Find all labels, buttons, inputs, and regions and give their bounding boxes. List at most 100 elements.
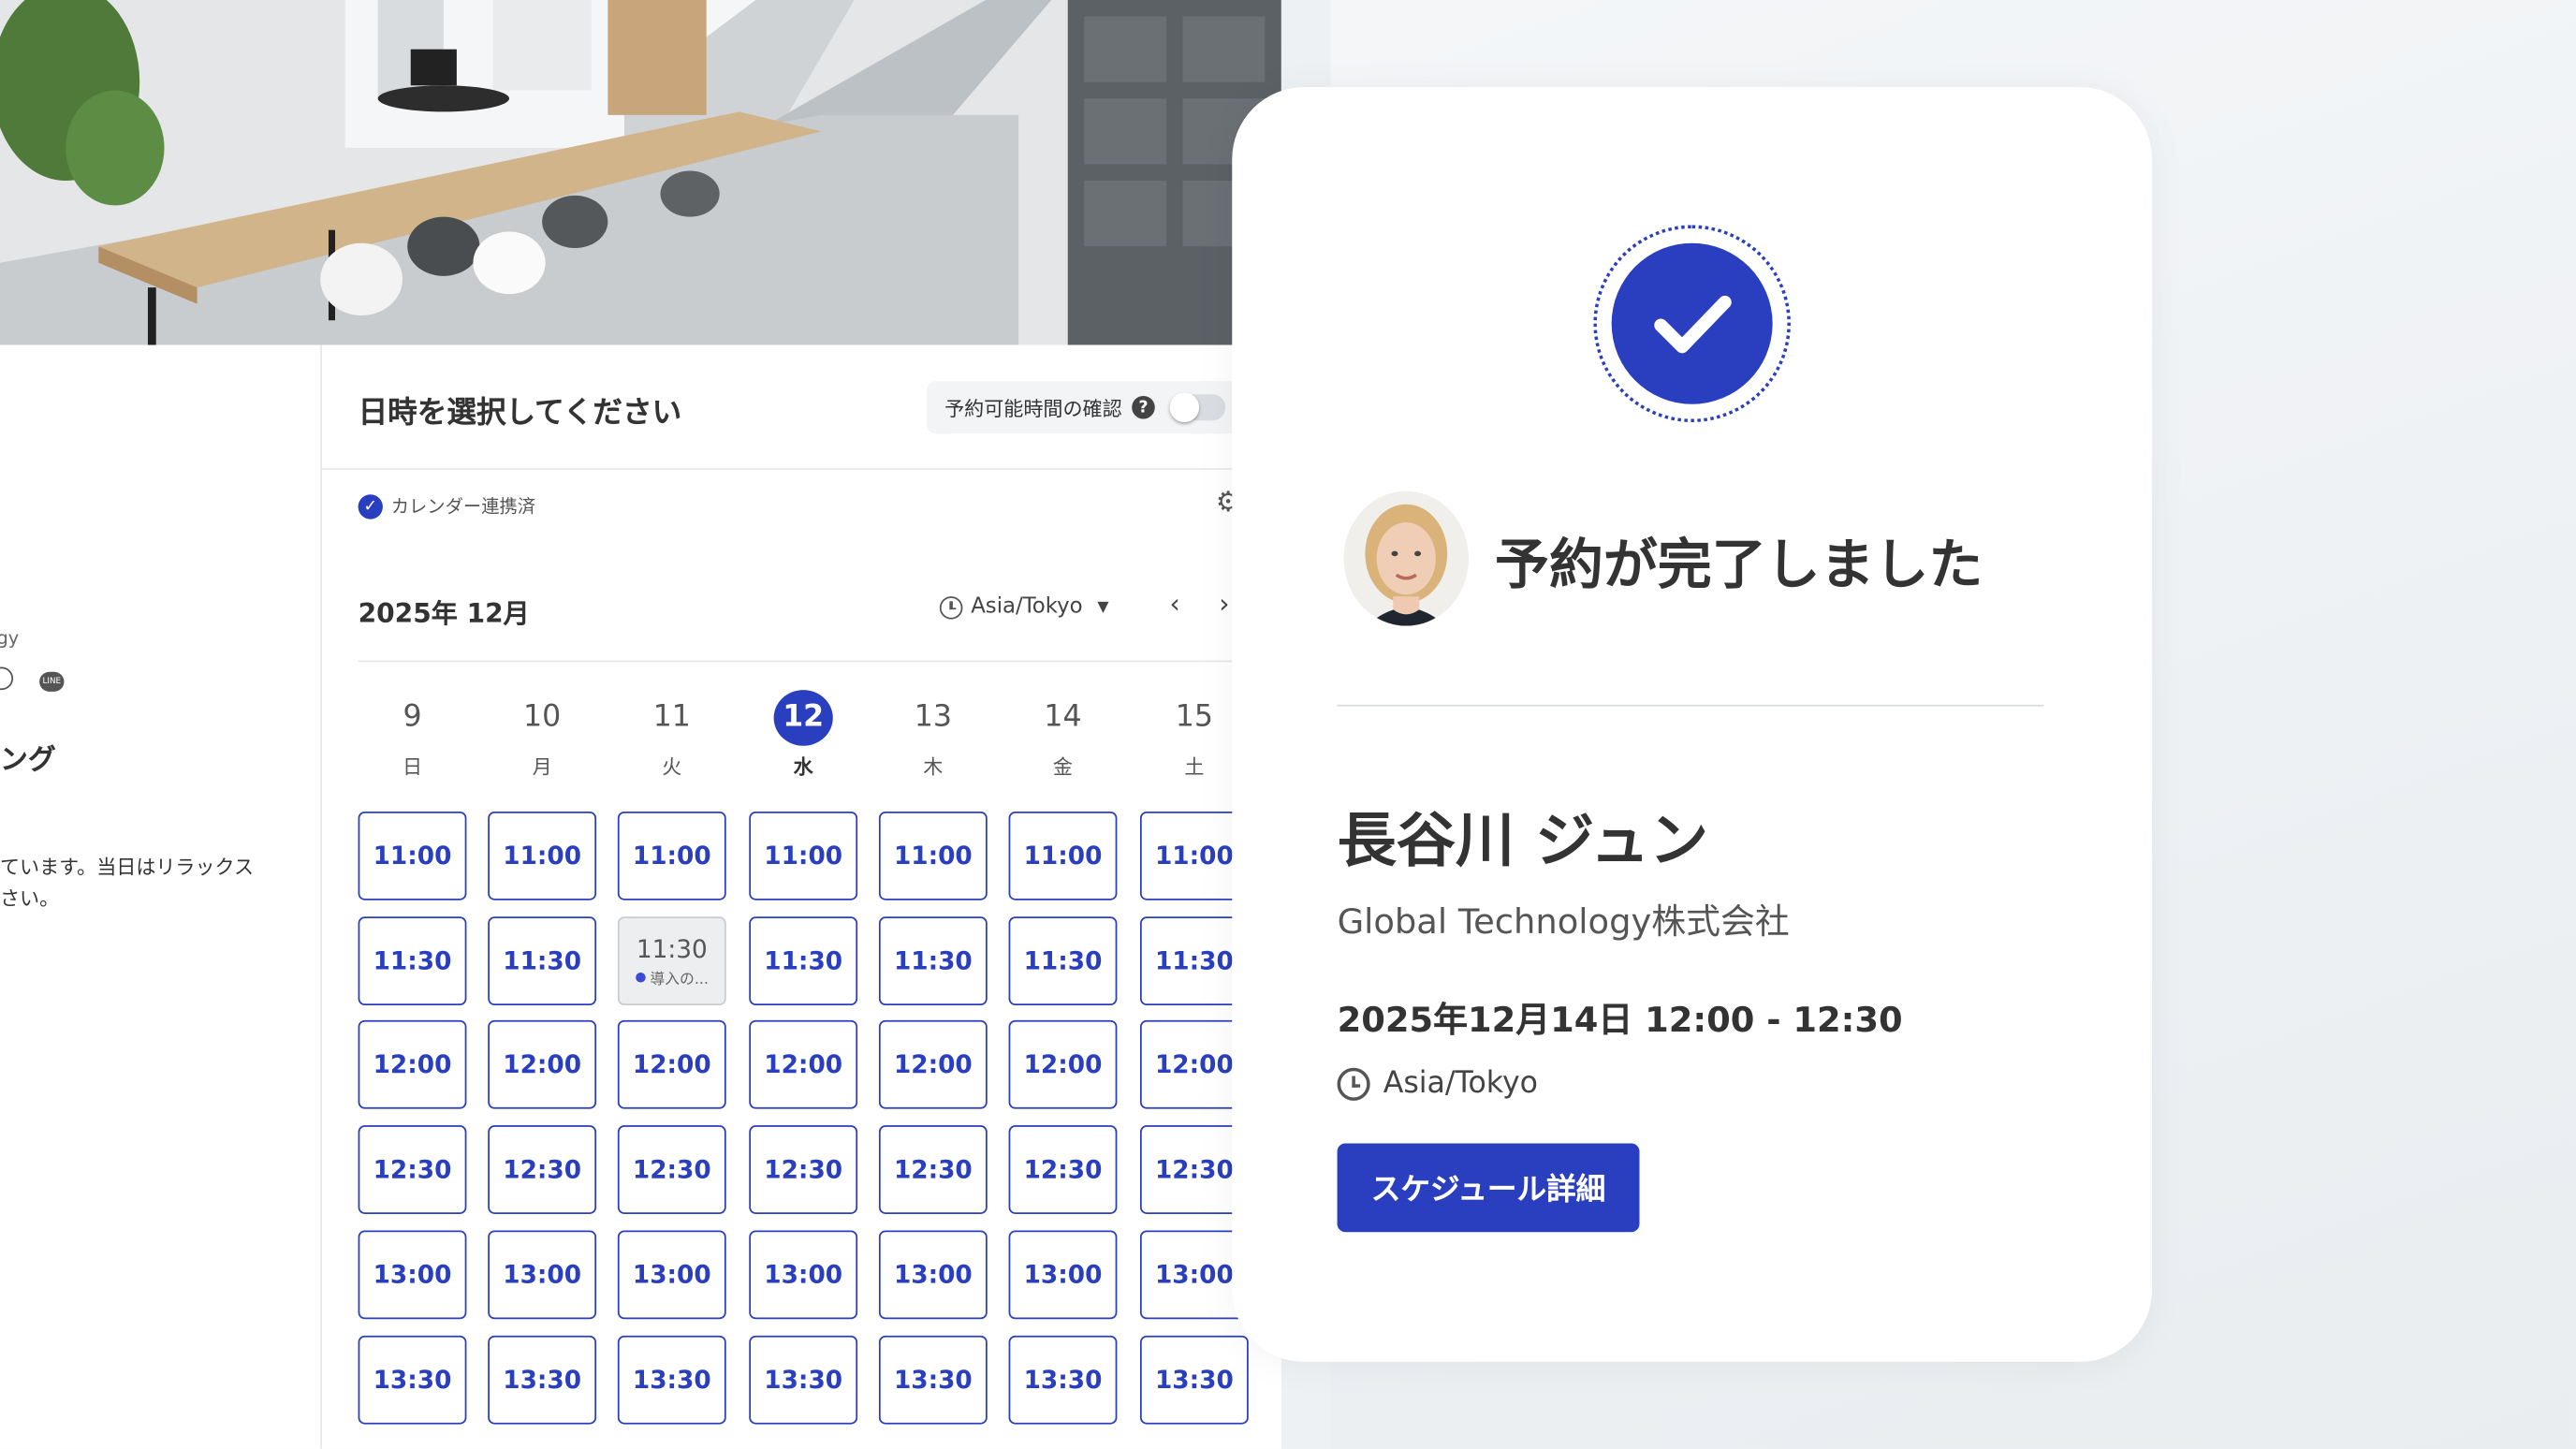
time-slot[interactable]: 13:00 [358, 1230, 467, 1320]
time-slot[interactable]: 12:00 [749, 1019, 858, 1109]
time-slot[interactable]: 12:30 [617, 1125, 726, 1214]
time-slot[interactable]: 11:30 [1008, 916, 1118, 1006]
time-slot[interactable]: 11:30 [878, 916, 988, 1006]
time-slot[interactable]: 11:00 [617, 811, 726, 900]
time-slot[interactable]: 11:00 [488, 811, 597, 900]
time-slot[interactable]: 13:30 [1008, 1335, 1118, 1425]
attendee-company: Global Technology株式会社 [1337, 901, 1790, 942]
time-slot[interactable]: 11:00 [878, 811, 988, 900]
timezone-label: Asia/Tokyo [971, 594, 1083, 620]
picker-title: 日時を選択してください [358, 395, 682, 431]
clock-icon [1337, 1066, 1370, 1100]
attendee-name: 長谷川 ジュン [1337, 808, 1709, 876]
stage: gy LINE ング ています。当日はリラックス さい。 日時を選択してください… [0, 0, 2576, 1449]
connected-label: カレンダー連携済 [390, 496, 536, 518]
slot-event-label: 導入の... [635, 967, 709, 988]
time-slot[interactable]: 12:00 [1008, 1019, 1118, 1109]
time-slot[interactable]: 11:30 [358, 916, 467, 1006]
calendar-connected-status: ✓ カレンダー連携済 [358, 493, 536, 520]
day-number: 10 [523, 699, 562, 735]
time-slot[interactable]: 12:00 [878, 1019, 988, 1109]
month-label: 2025年 12月 [358, 597, 530, 630]
day-header[interactable]: 10 月 [488, 690, 596, 781]
day-number: 15 [1175, 699, 1213, 735]
check-circle-icon [1593, 225, 1791, 423]
time-slot[interactable]: 12:30 [749, 1125, 858, 1214]
time-slot[interactable]: 12:30 [1008, 1125, 1118, 1214]
day-header[interactable]: 12 水 [749, 690, 857, 781]
time-slot[interactable]: 11:00 [358, 811, 467, 900]
time-slot[interactable]: 12:00 [617, 1019, 726, 1109]
weekday-label: 月 [532, 755, 552, 779]
office-photo-illustration [0, 0, 1281, 345]
weekday-label: 水 [793, 755, 813, 779]
day-number: 13 [914, 699, 952, 735]
time-slot[interactable]: 13:00 [617, 1230, 726, 1320]
divider [321, 468, 1281, 470]
time-slot[interactable]: 13:30 [488, 1335, 597, 1425]
booking-timezone: Asia/Tokyo [1337, 1065, 1539, 1101]
day-number: 12 [773, 690, 833, 746]
schedule-details-button[interactable]: スケジュール詳細 [1337, 1143, 1640, 1233]
availability-toggle[interactable] [1169, 392, 1226, 423]
time-slot-booked[interactable]: 11:30 導入の... [617, 916, 726, 1006]
booking-datetime: 2025年12月14日 12:00 - 12:30 [1337, 1000, 1903, 1040]
day-header[interactable]: 11 火 [618, 690, 726, 781]
line-icon[interactable]: LINE [39, 671, 65, 692]
time-slot[interactable]: 13:30 [358, 1335, 467, 1425]
date-time-picker: 日時を選択してください 予約可能時間の確認 ? ✓ カレンダー連携済 ⚙ 202… [321, 344, 1281, 1449]
time-slot[interactable]: 11:30 [488, 916, 597, 1006]
event-desc-line2: さい。 [0, 886, 60, 911]
slot-time: 11:30 [636, 933, 708, 964]
weekday-label: 火 [662, 755, 682, 779]
chevron-right-icon[interactable]: › [1219, 588, 1229, 619]
divider [358, 660, 1246, 663]
weekday-label: 日 [402, 755, 423, 779]
time-slot[interactable]: 13:00 [749, 1230, 858, 1320]
time-slot[interactable]: 11:30 [749, 916, 858, 1006]
weekday-label: 金 [1052, 755, 1074, 779]
day-number: 14 [1044, 699, 1082, 735]
availability-label: 予約可能時間の確認 [944, 396, 1122, 420]
time-slot[interactable]: 13:30 [1139, 1335, 1249, 1425]
caret-down-icon: ▼ [1097, 598, 1109, 616]
event-dot-icon [635, 972, 646, 983]
time-slot[interactable]: 13:00 [488, 1230, 597, 1320]
office-photo [0, 0, 1281, 345]
day-number: 11 [652, 699, 691, 735]
avatar [1343, 490, 1469, 626]
time-slot[interactable]: 12:30 [878, 1125, 988, 1214]
help-icon[interactable]: ? [1132, 395, 1155, 419]
timezone-selector[interactable]: Asia/Tokyo ▼ [939, 594, 1109, 620]
day-header[interactable]: 13 木 [879, 690, 988, 781]
time-slot[interactable]: 12:30 [488, 1125, 597, 1214]
time-slot[interactable]: 11:00 [749, 811, 858, 900]
time-slot[interactable]: 12:00 [488, 1019, 597, 1109]
time-slot[interactable]: 13:00 [878, 1230, 988, 1320]
booking-page: gy LINE ング ています。当日はリラックス さい。 日時を選択してください… [0, 0, 1281, 1449]
day-header[interactable]: 14 金 [1009, 690, 1118, 781]
day-header[interactable]: 9日 [359, 690, 467, 781]
availability-check[interactable]: 予約可能時間の確認 ? [926, 381, 1239, 434]
time-slot[interactable]: 12:30 [358, 1125, 467, 1214]
event-info-panel: gy LINE ング ています。当日はリラックス さい。 [0, 344, 322, 1449]
time-slot[interactable]: 13:30 [617, 1335, 726, 1425]
globe-icon[interactable] [0, 666, 14, 691]
time-slot[interactable]: 13:00 [1008, 1230, 1118, 1320]
booking-timezone-label: Asia/Tokyo [1383, 1065, 1539, 1101]
time-slot[interactable]: 13:30 [749, 1335, 858, 1425]
time-slot[interactable]: 13:30 [878, 1335, 988, 1425]
company-fragment: gy [0, 627, 20, 650]
event-title-fragment: ング [0, 744, 56, 778]
booking-confirmation-card: 予約が完了しました 長谷川 ジュン Global Technology株式会社 … [1232, 87, 2153, 1362]
chevron-left-icon[interactable]: ‹ [1170, 588, 1180, 619]
time-slot[interactable]: 12:00 [358, 1019, 467, 1109]
check-circle-icon: ✓ [358, 493, 383, 519]
event-desc-line1: ています。当日はリラックス [0, 856, 255, 879]
divider [1337, 704, 2044, 707]
time-slot[interactable]: 11:00 [1008, 811, 1118, 900]
clock-icon [939, 595, 963, 619]
weekday-label: 木 [923, 755, 944, 779]
confirmation-title: 予約が完了しました [1495, 532, 1983, 597]
day-number: 9 [402, 699, 422, 735]
